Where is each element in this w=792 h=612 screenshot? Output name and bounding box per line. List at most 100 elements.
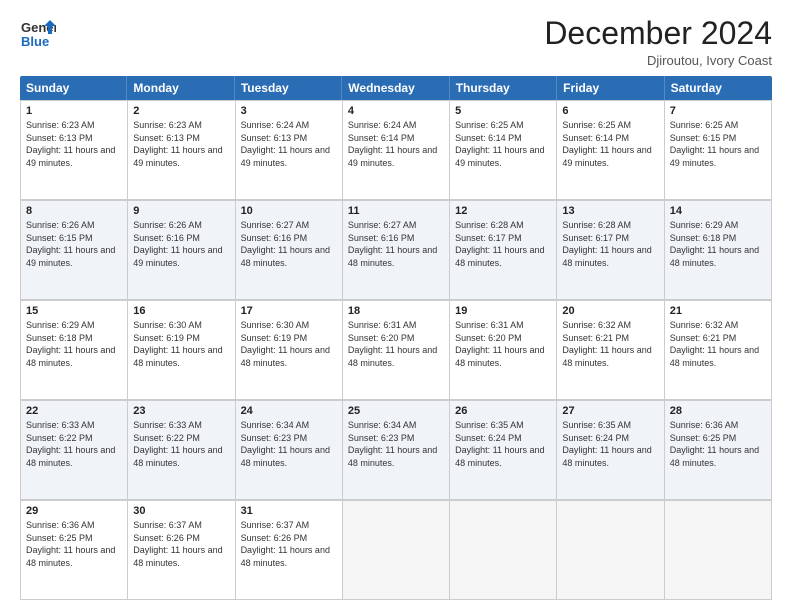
day-number: 17 [241, 305, 337, 317]
cal-header-day: Friday [557, 76, 664, 100]
cal-cell: 9 Sunrise: 6:26 AMSunset: 6:16 PMDayligh… [128, 200, 235, 299]
cal-week: 15 Sunrise: 6:29 AMSunset: 6:18 PMDaylig… [20, 300, 772, 400]
calendar-body: 1 Sunrise: 6:23 AMSunset: 6:13 PMDayligh… [20, 100, 772, 600]
header: General Blue December 2024 Djiroutou, Iv… [20, 16, 772, 68]
cell-text: Sunrise: 6:23 AMSunset: 6:13 PMDaylight:… [133, 120, 222, 168]
day-number: 6 [562, 105, 658, 117]
cell-text: Sunrise: 6:35 AMSunset: 6:24 PMDaylight:… [562, 420, 651, 468]
day-number: 14 [670, 205, 766, 217]
cell-text: Sunrise: 6:29 AMSunset: 6:18 PMDaylight:… [26, 320, 115, 368]
cal-cell: 8 Sunrise: 6:26 AMSunset: 6:15 PMDayligh… [21, 200, 128, 299]
cal-header-day: Saturday [665, 76, 772, 100]
day-number: 11 [348, 205, 444, 217]
day-number: 15 [26, 305, 122, 317]
cal-week: 29 Sunrise: 6:36 AMSunset: 6:25 PMDaylig… [20, 500, 772, 600]
cal-week: 1 Sunrise: 6:23 AMSunset: 6:13 PMDayligh… [20, 100, 772, 200]
cell-text: Sunrise: 6:32 AMSunset: 6:21 PMDaylight:… [562, 320, 651, 368]
cal-cell: 23 Sunrise: 6:33 AMSunset: 6:22 PMDaylig… [128, 400, 235, 499]
day-number: 5 [455, 105, 551, 117]
day-number: 7 [670, 105, 766, 117]
cal-cell [450, 500, 557, 599]
cal-cell: 21 Sunrise: 6:32 AMSunset: 6:21 PMDaylig… [665, 300, 772, 399]
cal-cell: 22 Sunrise: 6:33 AMSunset: 6:22 PMDaylig… [21, 400, 128, 499]
title-block: December 2024 Djiroutou, Ivory Coast [544, 16, 772, 68]
day-number: 10 [241, 205, 337, 217]
cal-cell: 4 Sunrise: 6:24 AMSunset: 6:14 PMDayligh… [343, 100, 450, 199]
cell-text: Sunrise: 6:37 AMSunset: 6:26 PMDaylight:… [241, 520, 330, 568]
logo: General Blue [20, 16, 56, 52]
cell-text: Sunrise: 6:24 AMSunset: 6:13 PMDaylight:… [241, 120, 330, 168]
cell-text: Sunrise: 6:29 AMSunset: 6:18 PMDaylight:… [670, 220, 759, 268]
cal-cell: 18 Sunrise: 6:31 AMSunset: 6:20 PMDaylig… [343, 300, 450, 399]
cal-header-day: Tuesday [235, 76, 342, 100]
day-number: 20 [562, 305, 658, 317]
cal-header-day: Thursday [450, 76, 557, 100]
day-number: 8 [26, 205, 122, 217]
day-number: 24 [241, 405, 337, 417]
cell-text: Sunrise: 6:23 AMSunset: 6:13 PMDaylight:… [26, 120, 115, 168]
cal-header-day: Sunday [20, 76, 127, 100]
cal-header-day: Wednesday [342, 76, 449, 100]
day-number: 16 [133, 305, 229, 317]
cal-cell [557, 500, 664, 599]
page: General Blue December 2024 Djiroutou, Iv… [0, 0, 792, 612]
cell-text: Sunrise: 6:27 AMSunset: 6:16 PMDaylight:… [241, 220, 330, 268]
location: Djiroutou, Ivory Coast [544, 53, 772, 68]
cal-cell: 14 Sunrise: 6:29 AMSunset: 6:18 PMDaylig… [665, 200, 772, 299]
cal-cell: 6 Sunrise: 6:25 AMSunset: 6:14 PMDayligh… [557, 100, 664, 199]
day-number: 29 [26, 505, 122, 517]
cal-header-day: Monday [127, 76, 234, 100]
day-number: 12 [455, 205, 551, 217]
cal-week: 8 Sunrise: 6:26 AMSunset: 6:15 PMDayligh… [20, 200, 772, 300]
cell-text: Sunrise: 6:25 AMSunset: 6:15 PMDaylight:… [670, 120, 759, 168]
day-number: 3 [241, 105, 337, 117]
cal-cell: 7 Sunrise: 6:25 AMSunset: 6:15 PMDayligh… [665, 100, 772, 199]
cell-text: Sunrise: 6:25 AMSunset: 6:14 PMDaylight:… [562, 120, 651, 168]
day-number: 26 [455, 405, 551, 417]
day-number: 22 [26, 405, 122, 417]
cell-text: Sunrise: 6:31 AMSunset: 6:20 PMDaylight:… [348, 320, 437, 368]
cell-text: Sunrise: 6:26 AMSunset: 6:16 PMDaylight:… [133, 220, 222, 268]
cal-cell: 19 Sunrise: 6:31 AMSunset: 6:20 PMDaylig… [450, 300, 557, 399]
cal-cell: 16 Sunrise: 6:30 AMSunset: 6:19 PMDaylig… [128, 300, 235, 399]
day-number: 18 [348, 305, 444, 317]
cal-week: 22 Sunrise: 6:33 AMSunset: 6:22 PMDaylig… [20, 400, 772, 500]
cell-text: Sunrise: 6:28 AMSunset: 6:17 PMDaylight:… [562, 220, 651, 268]
cell-text: Sunrise: 6:34 AMSunset: 6:23 PMDaylight:… [348, 420, 437, 468]
cell-text: Sunrise: 6:37 AMSunset: 6:26 PMDaylight:… [133, 520, 222, 568]
day-number: 21 [670, 305, 766, 317]
calendar-header: SundayMondayTuesdayWednesdayThursdayFrid… [20, 76, 772, 100]
day-number: 19 [455, 305, 551, 317]
svg-text:Blue: Blue [21, 34, 49, 49]
day-number: 28 [670, 405, 766, 417]
cell-text: Sunrise: 6:30 AMSunset: 6:19 PMDaylight:… [133, 320, 222, 368]
cal-cell: 28 Sunrise: 6:36 AMSunset: 6:25 PMDaylig… [665, 400, 772, 499]
cell-text: Sunrise: 6:31 AMSunset: 6:20 PMDaylight:… [455, 320, 544, 368]
day-number: 23 [133, 405, 229, 417]
logo-svg: General Blue [20, 16, 56, 52]
cell-text: Sunrise: 6:33 AMSunset: 6:22 PMDaylight:… [133, 420, 222, 468]
cal-cell: 3 Sunrise: 6:24 AMSunset: 6:13 PMDayligh… [236, 100, 343, 199]
cell-text: Sunrise: 6:33 AMSunset: 6:22 PMDaylight:… [26, 420, 115, 468]
cal-cell: 25 Sunrise: 6:34 AMSunset: 6:23 PMDaylig… [343, 400, 450, 499]
day-number: 9 [133, 205, 229, 217]
cal-cell: 31 Sunrise: 6:37 AMSunset: 6:26 PMDaylig… [236, 500, 343, 599]
cal-cell: 12 Sunrise: 6:28 AMSunset: 6:17 PMDaylig… [450, 200, 557, 299]
cal-cell: 30 Sunrise: 6:37 AMSunset: 6:26 PMDaylig… [128, 500, 235, 599]
day-number: 31 [241, 505, 337, 517]
cal-cell: 24 Sunrise: 6:34 AMSunset: 6:23 PMDaylig… [236, 400, 343, 499]
cell-text: Sunrise: 6:34 AMSunset: 6:23 PMDaylight:… [241, 420, 330, 468]
cal-cell: 2 Sunrise: 6:23 AMSunset: 6:13 PMDayligh… [128, 100, 235, 199]
cal-cell: 1 Sunrise: 6:23 AMSunset: 6:13 PMDayligh… [21, 100, 128, 199]
cal-cell [343, 500, 450, 599]
day-number: 27 [562, 405, 658, 417]
cell-text: Sunrise: 6:35 AMSunset: 6:24 PMDaylight:… [455, 420, 544, 468]
cell-text: Sunrise: 6:25 AMSunset: 6:14 PMDaylight:… [455, 120, 544, 168]
cell-text: Sunrise: 6:27 AMSunset: 6:16 PMDaylight:… [348, 220, 437, 268]
cal-cell: 20 Sunrise: 6:32 AMSunset: 6:21 PMDaylig… [557, 300, 664, 399]
cell-text: Sunrise: 6:26 AMSunset: 6:15 PMDaylight:… [26, 220, 115, 268]
day-number: 30 [133, 505, 229, 517]
cell-text: Sunrise: 6:30 AMSunset: 6:19 PMDaylight:… [241, 320, 330, 368]
cell-text: Sunrise: 6:28 AMSunset: 6:17 PMDaylight:… [455, 220, 544, 268]
cal-cell: 11 Sunrise: 6:27 AMSunset: 6:16 PMDaylig… [343, 200, 450, 299]
